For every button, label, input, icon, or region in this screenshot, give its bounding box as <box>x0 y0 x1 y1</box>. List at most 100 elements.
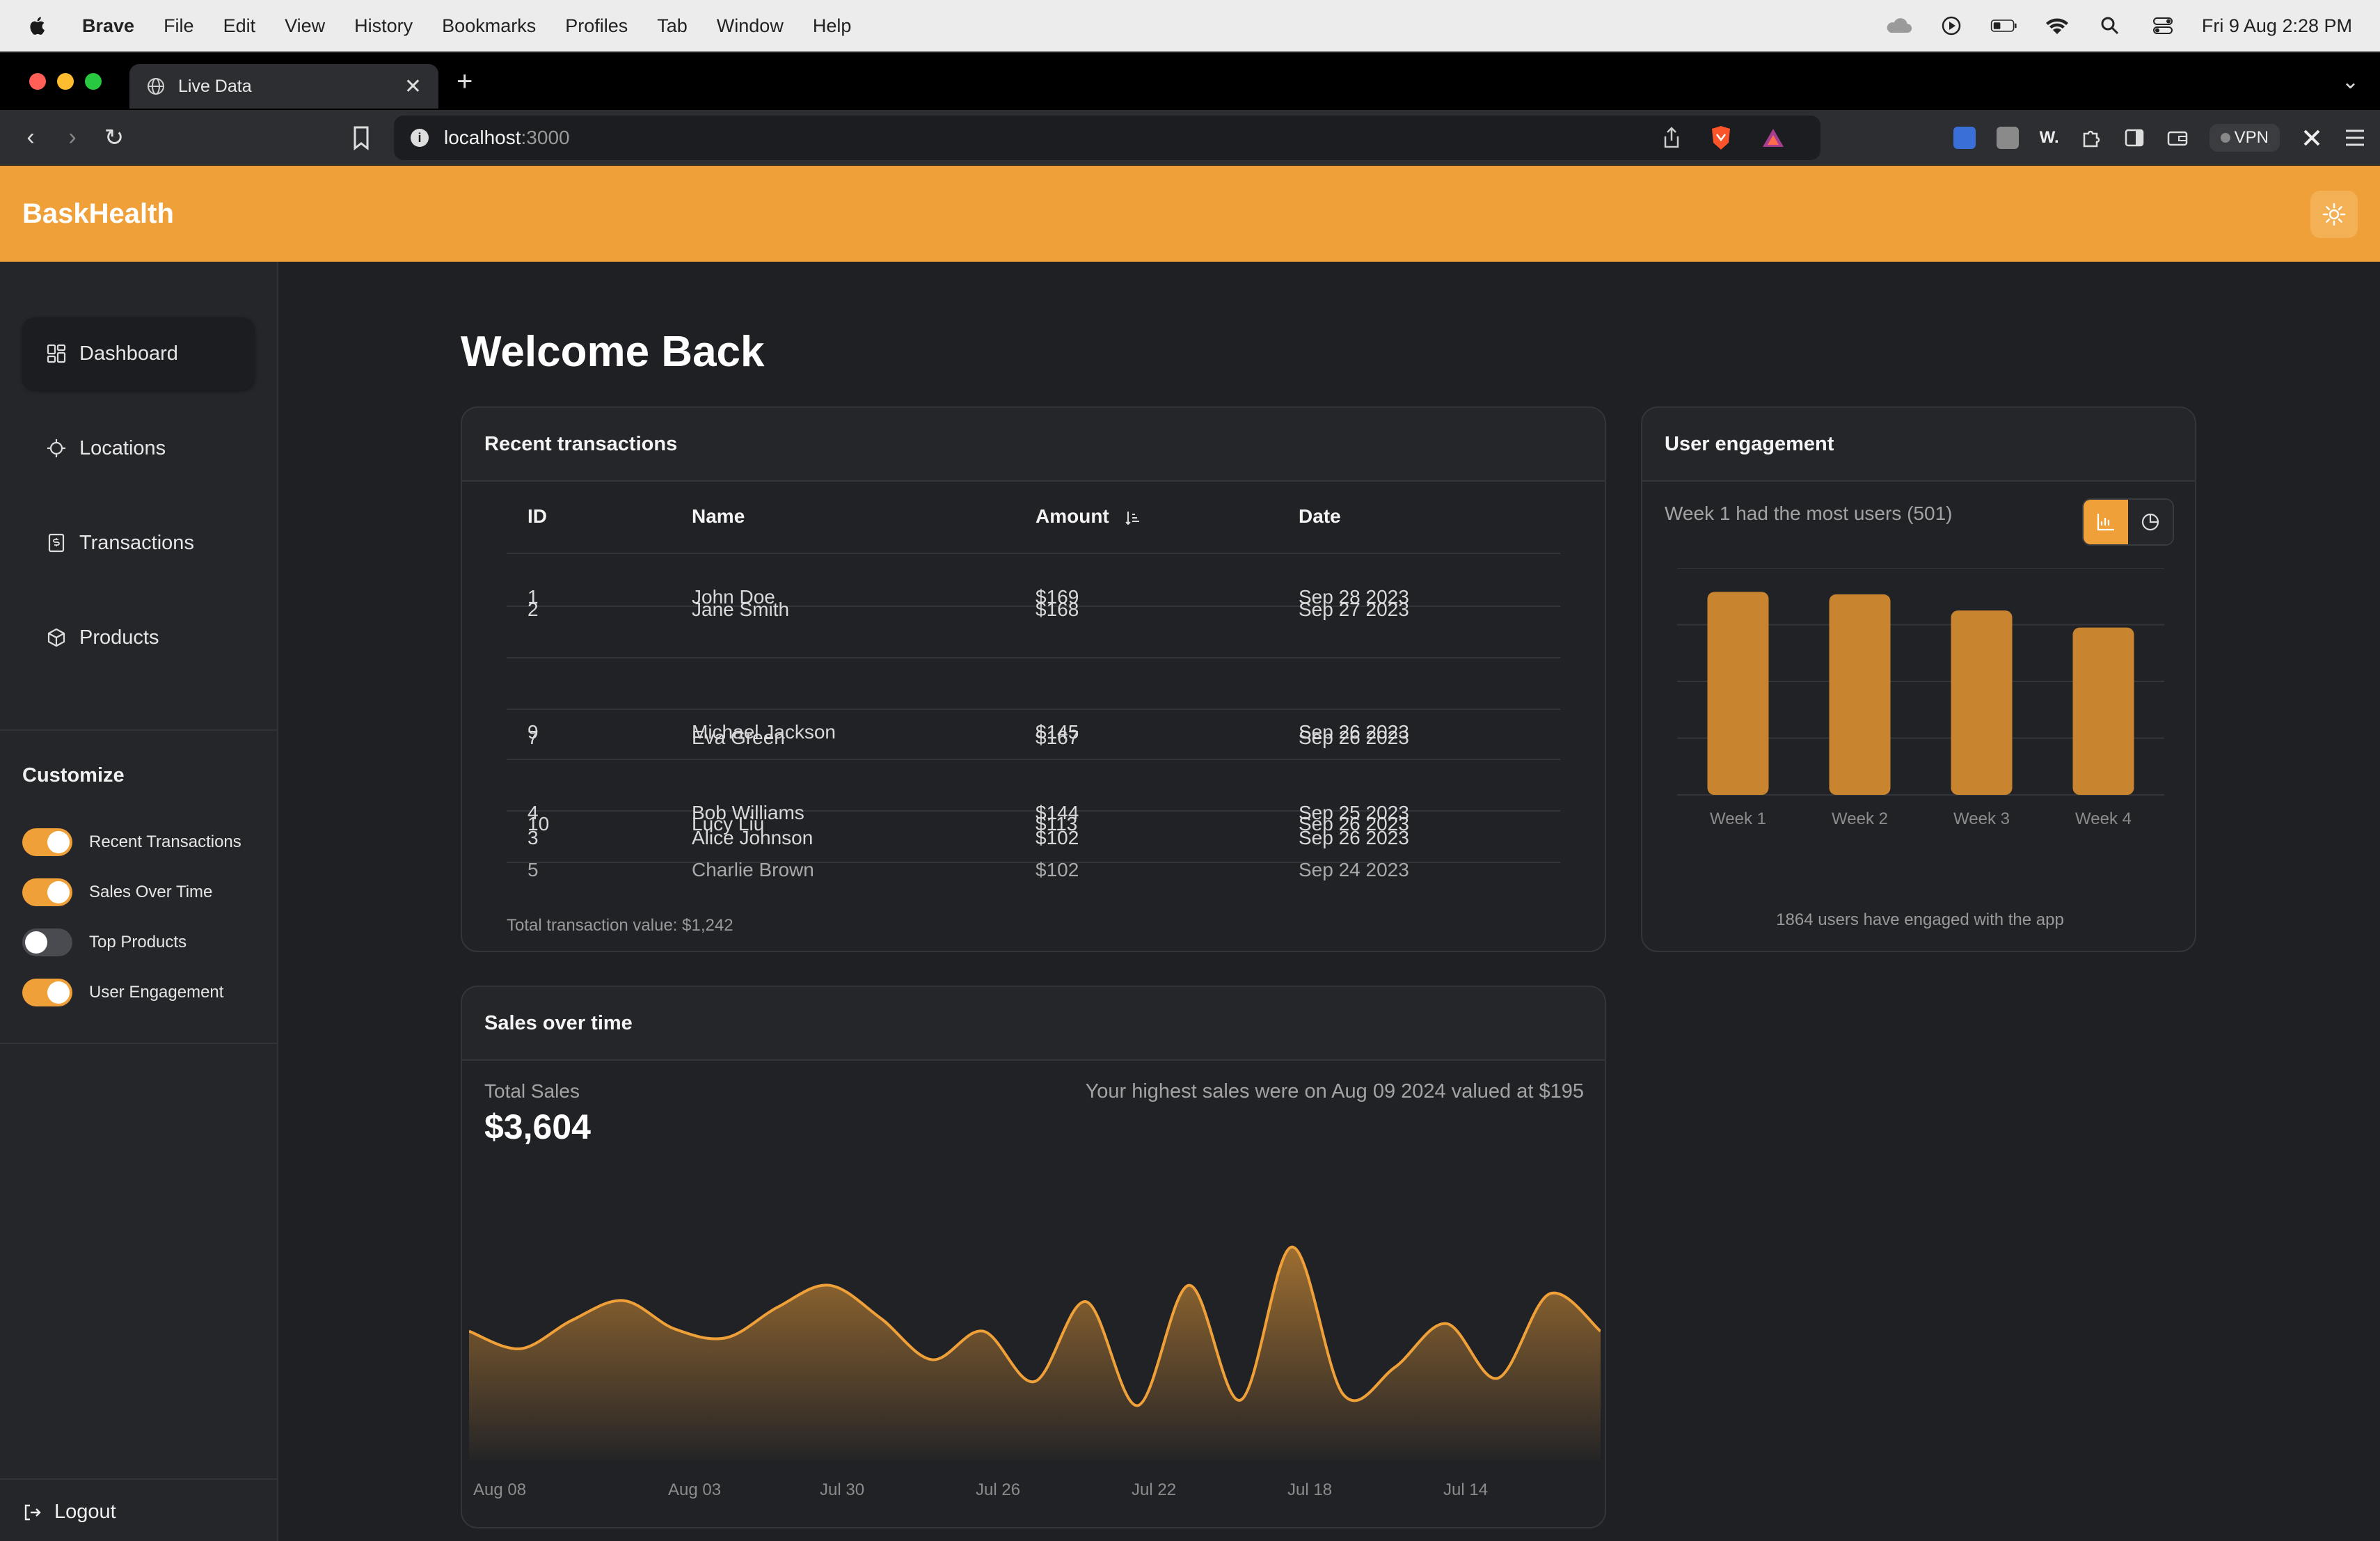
browser-tab[interactable]: Live Data ✕ <box>129 64 438 109</box>
toggle-user-engagement[interactable] <box>22 979 72 1006</box>
bar-chart-view-button[interactable] <box>2084 500 2128 544</box>
extensions-puzzle-icon[interactable] <box>2080 127 2102 149</box>
new-tab-button[interactable]: + <box>457 66 473 97</box>
column-header-date[interactable]: Date <box>1299 505 1341 528</box>
close-window-button[interactable] <box>29 73 46 90</box>
tab-list-chevron-icon[interactable]: ⌄ <box>2342 70 2359 94</box>
sidebar-divider <box>0 1043 277 1044</box>
pie-chart-icon <box>2141 513 2159 531</box>
address-bar[interactable]: i localhost:3000 <box>394 116 1820 160</box>
cell-date: Sep 27 2023 <box>1299 599 1409 620</box>
pie-chart-view-button[interactable] <box>2128 500 2173 544</box>
total-sales-label: Total Sales <box>484 1080 580 1102</box>
apple-icon[interactable] <box>28 13 49 38</box>
recent-transactions-card: Recent transactions ID Name Amount Date … <box>461 406 1606 952</box>
x-tick-label: Week 1 <box>1710 809 1766 825</box>
x-tick-label: Week 3 <box>1953 809 2010 825</box>
column-header-name[interactable]: Name <box>692 505 745 528</box>
column-header-id[interactable]: ID <box>527 505 547 528</box>
brave-shields-icon[interactable] <box>1709 125 1733 151</box>
wifi-icon[interactable] <box>2043 15 2071 36</box>
wallet-icon[interactable] <box>2166 127 2189 149</box>
cell-id: 2 <box>527 599 539 620</box>
share-icon[interactable] <box>1662 127 1681 149</box>
brave-rewards-icon[interactable] <box>1761 127 1786 149</box>
menu-file[interactable]: File <box>164 15 194 37</box>
x-tick-label: Jul 30 <box>820 1480 864 1499</box>
translate-extension-icon[interactable] <box>1996 127 2019 149</box>
transactions-icon <box>48 533 65 553</box>
brand-logo-text[interactable]: BaskHealth <box>22 198 174 230</box>
nav-item-locations[interactable]: Locations <box>22 412 255 484</box>
cloud-icon[interactable] <box>1885 15 1912 36</box>
menu-edit[interactable]: Edit <box>223 15 256 37</box>
menu-profiles[interactable]: Profiles <box>565 15 628 37</box>
close-tab-icon[interactable]: ✕ <box>404 74 422 99</box>
table-row[interactable]: 5 Charlie Brown $102 Sep 24 2023 <box>507 859 1560 887</box>
cell-date: Sep 26 2023 <box>1299 827 1409 848</box>
browser-tabstrip: Live Data ✕ + ⌄ <box>0 53 2380 110</box>
total-sales-value: $3,604 <box>484 1107 591 1146</box>
sort-ascending-icon[interactable] <box>1125 509 1143 527</box>
x-tick-label: Jul 14 <box>1443 1480 1488 1499</box>
sales-area-chart: Aug 08 Aug 03 Jul 30 Jul 26 Jul 22 Jul 18 Jul … <box>469 1245 1601 1499</box>
sidebar-toggle-icon[interactable] <box>2123 127 2145 149</box>
vpn-button[interactable]: VPN <box>2209 124 2280 152</box>
bar-week-2 <box>1829 594 1891 795</box>
engagement-summary: Week 1 had the most users (501) <box>1665 503 1953 524</box>
minimize-window-button[interactable] <box>57 73 74 90</box>
bar-chart-icon <box>2097 514 2114 531</box>
bitwarden-extension-icon[interactable] <box>1953 127 1976 149</box>
cell-amount: $168 <box>1036 599 1079 620</box>
nav-item-dashboard[interactable]: Dashboard <box>22 317 255 390</box>
macos-menubar: Brave File Edit View History Bookmarks P… <box>0 0 2380 52</box>
card-title: Recent transactions <box>462 408 1605 482</box>
battery-icon[interactable] <box>1990 15 2018 36</box>
cell-name: Eva Green <box>692 727 785 748</box>
nav-item-transactions[interactable]: Transactions <box>22 507 255 579</box>
toggle-sales-over-time[interactable] <box>22 878 72 906</box>
app-header: BaskHealth <box>0 166 2380 262</box>
forward-button[interactable]: › <box>51 124 93 151</box>
menu-tab[interactable]: Tab <box>657 15 688 37</box>
menu-history[interactable]: History <box>354 15 413 37</box>
column-header-amount[interactable]: Amount <box>1036 505 1143 528</box>
play-circle-icon[interactable] <box>1937 15 1965 36</box>
user-engagement-card: User engagement Week 1 had the most user… <box>1641 406 2196 952</box>
menu-view[interactable]: View <box>285 15 325 37</box>
maximize-window-button[interactable] <box>85 73 102 90</box>
site-info-icon[interactable]: i <box>411 129 429 147</box>
chart-type-toggle <box>2082 498 2174 546</box>
toggle-label: User Engagement <box>89 983 224 1002</box>
logout-icon <box>24 1504 41 1520</box>
total-transaction-value: Total transaction value: $1,242 <box>507 916 733 935</box>
bookmark-icon[interactable] <box>351 125 372 150</box>
menubar-clock[interactable]: Fri 9 Aug 2:28 PM <box>2202 15 2352 37</box>
menu-bookmarks[interactable]: Bookmarks <box>442 15 536 37</box>
reload-button[interactable]: ↻ <box>93 124 135 152</box>
table-row[interactable]: 7 Eva Green $167 Sep 26 2023 <box>507 727 1560 754</box>
cell-date: Sep 24 2023 <box>1299 859 1409 880</box>
w-extension-icon[interactable]: W. <box>2040 128 2059 148</box>
toggle-recent-transactions[interactable] <box>22 828 72 856</box>
toggle-knob <box>25 931 47 954</box>
back-button[interactable]: ‹ <box>10 124 51 151</box>
menu-help[interactable]: Help <box>813 15 852 37</box>
table-row[interactable]: 2 Jane Smith $168 Sep 27 2023 <box>507 599 1560 626</box>
card-title: User engagement <box>1642 408 2195 482</box>
logout-button[interactable]: Logout <box>22 1501 116 1524</box>
menu-window[interactable]: Window <box>717 15 784 37</box>
card-title: Sales over time <box>462 987 1605 1061</box>
tools-icon[interactable] <box>2301 127 2323 149</box>
nav-item-products[interactable]: Products <box>22 601 255 674</box>
control-center-icon[interactable] <box>2149 15 2177 36</box>
table-row[interactable]: 3 Alice Johnson $102 Sep 26 2023 <box>507 827 1560 855</box>
column-header-amount-label: Amount <box>1036 505 1109 527</box>
x-tick-label: Week 2 <box>1832 809 1888 825</box>
spotlight-search-icon[interactable] <box>2096 15 2124 36</box>
hamburger-menu-icon[interactable] <box>2344 128 2366 148</box>
row-divider <box>507 709 1560 710</box>
toggle-top-products[interactable] <box>22 928 72 956</box>
theme-toggle-button[interactable] <box>2310 191 2358 238</box>
menu-app-name[interactable]: Brave <box>82 15 134 37</box>
